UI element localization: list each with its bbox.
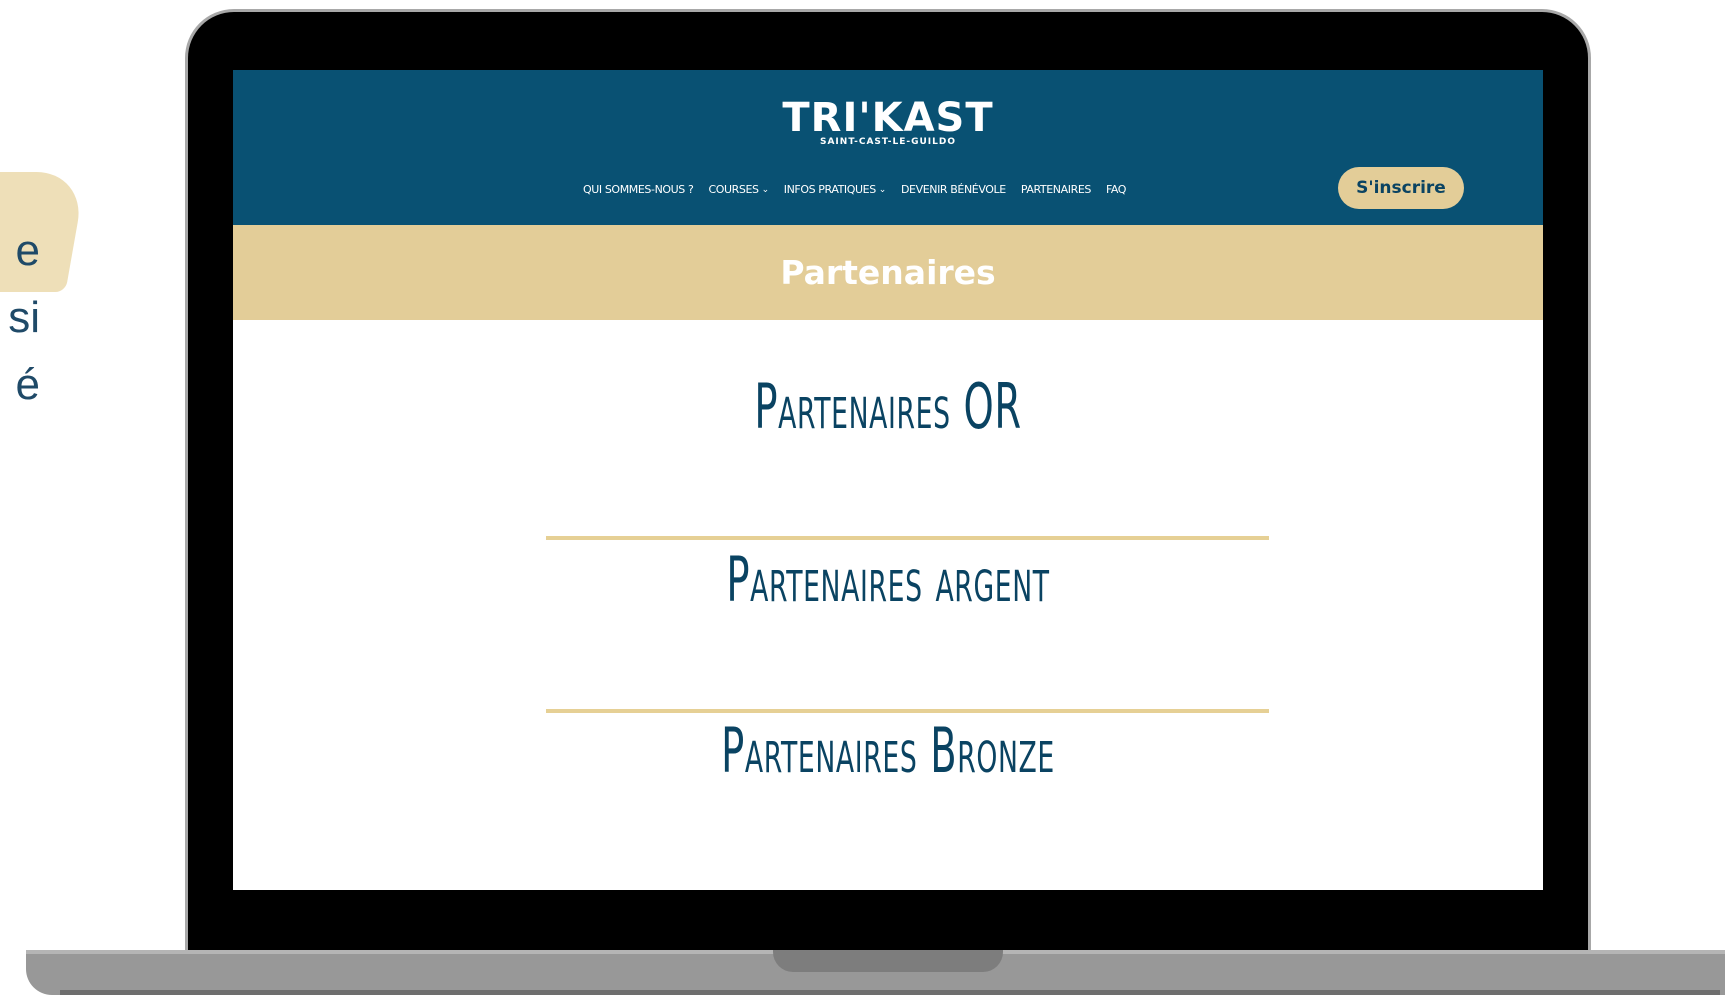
nav-item-label: DEVENIR BÉNÉVOLE — [900, 183, 1006, 196]
site-logo[interactable]: TRI'KAST SAINT-CAST-LE-GUILDO — [233, 98, 1543, 147]
nav-item-infos-pratiques[interactable]: INFOS PRATIQUES ⌄ — [783, 183, 887, 196]
laptop-screen: TRI'KAST SAINT-CAST-LE-GUILDO QUI SOMMES… — [233, 70, 1543, 890]
section-heading-bronze: Partenaires Bronze — [721, 714, 1055, 787]
nav-item-label: COURSES — [708, 183, 759, 196]
nav-item-faq[interactable]: FAQ — [1105, 183, 1127, 196]
page-title: Partenaires — [780, 253, 996, 292]
section-heading-or: Partenaires OR — [754, 370, 1022, 443]
page-title-band: Partenaires — [233, 225, 1543, 320]
nav-item-label: FAQ — [1105, 183, 1127, 196]
signup-button[interactable]: S'inscrire — [1338, 167, 1464, 209]
main-nav: QUI SOMMES-NOUS ? COURSES ⌄ INFOS PRATIQ… — [583, 183, 1126, 196]
laptop-notch — [773, 950, 1003, 972]
section-heading-argent: Partenaires argent — [726, 543, 1050, 616]
section-divider — [546, 536, 1269, 540]
section-divider — [546, 709, 1269, 713]
laptop-base-shadow — [60, 990, 1720, 995]
site-header: TRI'KAST SAINT-CAST-LE-GUILDO QUI SOMMES… — [233, 70, 1543, 225]
nav-item-partenaires[interactable]: PARTENAIRES — [1020, 183, 1092, 196]
nav-item-courses[interactable]: COURSES ⌄ — [708, 183, 770, 196]
side-text-line: si — [8, 292, 40, 342]
side-text-fragment: e si é — [0, 218, 40, 419]
side-text-line: e — [15, 226, 40, 275]
logo-subtitle: SAINT-CAST-LE-GUILDO — [819, 137, 956, 147]
nav-item-devenir-benevole[interactable]: DEVENIR BÉNÉVOLE — [901, 183, 1006, 196]
nav-item-label: INFOS PRATIQUES — [783, 183, 876, 196]
side-text-line: é — [15, 359, 40, 409]
chevron-down-icon: ⌄ — [878, 184, 887, 195]
nav-item-qui-sommes-nous[interactable]: QUI SOMMES-NOUS ? — [583, 183, 694, 196]
nav-item-label: PARTENAIRES — [1020, 183, 1092, 196]
chevron-down-icon: ⌄ — [761, 184, 770, 195]
nav-item-label: QUI SOMMES-NOUS ? — [583, 183, 694, 196]
logo-wordmark: TRI'KAST — [782, 95, 994, 141]
